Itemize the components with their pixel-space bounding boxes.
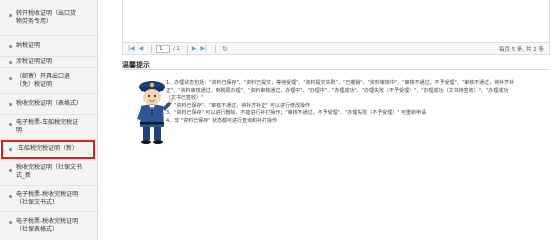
bullet-icon	[9, 148, 12, 151]
sidebar-item-e-ticket-social-doc[interactable]: 电子税票-税收完税证明 （社保文书式）	[0, 186, 97, 212]
prev-page-icon[interactable]: ◀	[139, 45, 144, 52]
sidebar-item-label: （邮寄）开具出口退	[16, 72, 71, 80]
tip-line: 1、办理状态包括："资料已保存"、"资料已提交，等待受理"、"资料提交失败"、"…	[166, 80, 515, 86]
sidebar-item-label: 电子税票-车船税完税证	[16, 119, 79, 126]
sidebar-item-label: （社保文书式）	[16, 198, 59, 206]
bullet-icon	[9, 77, 12, 80]
sidebar-item-export-tax-certificate[interactable]: 转开税收证明（出口货 物劳务专用）	[0, 0, 97, 36]
sidebar-item-label: 明	[16, 127, 23, 134]
bullet-icon	[9, 61, 12, 64]
tip-line: 4、非 "资料已保存" 状态都可进行查询和补打操作	[166, 117, 277, 124]
bullet-icon	[9, 123, 12, 126]
tips-list: 1、办理状态包括："资料已保存"、"资料已提交，等待受理"、"资料提交失败"、"…	[166, 80, 550, 126]
sidebar-item-label: （社保表格式）	[16, 226, 59, 233]
sidebar-item-label: 电子税票-税收完税证明	[16, 218, 79, 225]
last-page-icon[interactable]: ▶|	[200, 45, 207, 52]
sidebar-item-label: （免）税证明	[16, 80, 53, 88]
next-page-icon[interactable]: ▶	[192, 45, 197, 52]
sidebar: 转开税收证明（出口货 物劳务专用） 纳税证明 涉税证明证明 （邮寄）开具出口退 …	[0, 0, 98, 240]
sidebar-item-label: 税收完税证明（表格式）	[16, 100, 83, 107]
pagination-info: 每页 5 条, 共 2 条	[499, 46, 544, 53]
page-number-input[interactable]: 1	[156, 44, 171, 53]
divider	[215, 44, 216, 53]
first-page-icon[interactable]: |◀	[128, 45, 135, 52]
bullet-icon	[9, 169, 12, 172]
sidebar-item-e-ticket-social-table[interactable]: 电子税票-税收完税证明 （社保表格式）	[0, 212, 97, 240]
bullet-icon	[9, 14, 12, 17]
sidebar-item-label: 车船税完税证明（新）	[18, 145, 79, 152]
divider	[122, 69, 550, 70]
sidebar-item-tax-related-proof[interactable]: 涉税证明证明	[0, 57, 97, 68]
tip-line: 正"、"资料审核通过，到税局办理"、"资料审核通过，办理中"、"办理中"、"办理…	[166, 87, 509, 94]
sidebar-item-mail-export-refund-proof[interactable]: （邮寄）开具出口退 （免）税证明	[0, 68, 97, 94]
sidebar-item-tax-paid-proof-table[interactable]: 税收完税证明（表格式）	[0, 94, 97, 115]
tip-line: （文书已签收）"	[166, 95, 204, 102]
sidebar-item-label: 式_新	[16, 171, 32, 179]
sidebar-item-label: 物劳务专用）	[16, 17, 53, 25]
page-total: / 1	[173, 45, 180, 52]
pagination-bar: |◀ ◀ 1 / 1 ▶ ▶| ↻ 每页 5 条, 共 2 条	[122, 42, 550, 55]
sidebar-item-tax-paid-proof-social[interactable]: 税收完税证明（社保文书 式_新	[0, 158, 97, 186]
sidebar-item-label: 纳税证明	[16, 42, 41, 49]
bullet-icon	[9, 45, 12, 48]
bullet-icon	[9, 103, 12, 106]
main-content: |◀ ◀ 1 / 1 ▶ ▶| ↻ 每页 5 条, 共 2 条 温馨提示 1、办…	[98, 0, 554, 240]
bullet-icon	[9, 195, 12, 198]
bullet-icon	[9, 221, 12, 224]
sidebar-item-label: 涉税证明证明	[16, 58, 53, 65]
sidebar-item-e-ticket-vehicle-tax[interactable]: 电子税票-车船税完税证 明	[0, 115, 97, 140]
results-grid	[122, 0, 550, 42]
refresh-icon[interactable]: ↻	[222, 45, 228, 53]
sidebar-item-vehicle-tax-proof-new[interactable]: 车船税完税证明（新）	[1, 140, 95, 159]
sidebar-item-tax-payment-proof[interactable]: 纳税证明	[0, 36, 97, 57]
divider	[151, 44, 153, 53]
sidebar-item-label: 电子税票-税收完税证明	[16, 190, 79, 198]
sidebar-item-label: 转开税收证明（出口货	[16, 9, 77, 17]
tip-line: 3、"资料已保存" 可以进行删除，不能进行补打操作；"审核不通过，不予受理"、"…	[166, 110, 427, 117]
divider	[186, 44, 188, 53]
sidebar-item-label: 税收完税证明（社保文书	[16, 163, 83, 171]
